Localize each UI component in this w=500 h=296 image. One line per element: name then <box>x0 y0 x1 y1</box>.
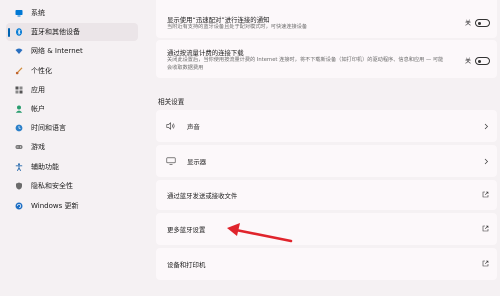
related-item-more-bluetooth-settings[interactable]: 更多蓝牙设置 <box>156 213 497 245</box>
sidebar-item-label: 应用 <box>31 86 45 94</box>
sidebar-item-label: Windows 更新 <box>31 202 79 210</box>
gamepad-icon <box>15 143 23 151</box>
sidebar-item-privacy[interactable]: 隐私和安全性 <box>6 177 138 195</box>
monitor-icon <box>166 157 176 165</box>
sidebar-item-accounts[interactable]: 帐户 <box>6 100 138 118</box>
swift-pair-setting-card: 显示使用“迅速配对”进行连接的通知 当附近有支持的蓝牙设备且处于配对模式时，可快… <box>156 0 497 38</box>
related-item-label: 声音 <box>187 123 200 131</box>
related-item-sound[interactable]: 声音 <box>156 110 497 142</box>
metered-download-toggle[interactable] <box>475 57 490 65</box>
person-icon <box>15 105 23 113</box>
setting-description: 当附近有支持的蓝牙设备且处于配对模式时，可快速连接设备 <box>167 24 308 30</box>
metered-download-setting-card: 通过按流量计费的连接下载 关闭此设置后，当你使用按流量计费的 Internet … <box>156 40 497 78</box>
related-item-bluetooth-file-transfer[interactable]: 通过蓝牙发送或接收文件 <box>156 180 497 210</box>
sidebar-item-gaming[interactable]: 游戏 <box>6 138 138 156</box>
update-icon <box>15 202 23 210</box>
setting-description-line2: 会收取数据费用 <box>167 65 204 71</box>
toggle-state-label: 关 <box>465 20 472 27</box>
sidebar-item-label: 个性化 <box>31 67 52 75</box>
chevron-right-icon <box>483 158 489 165</box>
setting-description: 关闭此设置后，当你使用按流量计费的 Internet 连接时，将不下载新设备（如… <box>167 57 444 63</box>
main-content: 显示使用“迅速配对”进行连接的通知 当附近有支持的蓝牙设备且处于配对模式时，可快… <box>148 0 500 296</box>
toggle-knob <box>478 21 481 25</box>
related-item-label: 更多蓝牙设置 <box>167 226 206 234</box>
related-item-label: 设备和打印机 <box>167 261 206 269</box>
external-link-icon <box>482 260 489 267</box>
toggle-state-label: 关 <box>465 58 472 65</box>
sidebar-item-windows-update[interactable]: Windows 更新 <box>6 197 138 215</box>
external-link-icon <box>482 191 489 198</box>
toggle-knob <box>478 59 481 63</box>
wifi-icon <box>15 47 23 55</box>
brush-icon <box>15 67 23 75</box>
related-item-devices-printers[interactable]: 设备和打印机 <box>156 248 497 280</box>
sidebar-item-apps[interactable]: 应用 <box>6 81 138 99</box>
shield-icon <box>15 182 23 190</box>
sidebar-item-time-language[interactable]: 时间和语言 <box>6 119 138 137</box>
swift-pair-toggle[interactable] <box>475 19 490 27</box>
sidebar-item-label: 游戏 <box>31 143 45 151</box>
monitor-icon <box>15 9 23 17</box>
globe-clock-icon <box>15 124 23 132</box>
sidebar-item-label: 蓝牙和其他设备 <box>31 28 80 36</box>
sidebar: 系统 蓝牙和其他设备 网络 & Internet 个性化 应用 帐户 时间和语言… <box>0 0 142 296</box>
related-item-label: 通过蓝牙发送或接收文件 <box>167 192 238 200</box>
sidebar-item-personalization[interactable]: 个性化 <box>6 62 138 80</box>
apps-icon <box>15 86 23 94</box>
selection-indicator <box>8 28 10 37</box>
sidebar-item-label: 辅助功能 <box>31 163 59 171</box>
sidebar-item-system[interactable]: 系统 <box>6 4 138 22</box>
sidebar-item-label: 系统 <box>31 9 45 17</box>
sidebar-item-label: 隐私和安全性 <box>31 182 73 190</box>
accessibility-icon <box>15 163 23 171</box>
sidebar-item-label: 时间和语言 <box>31 124 66 132</box>
external-link-icon <box>482 225 489 232</box>
sidebar-item-accessibility[interactable]: 辅助功能 <box>6 158 138 176</box>
sidebar-item-network[interactable]: 网络 & Internet <box>6 42 138 60</box>
sidebar-item-bluetooth[interactable]: 蓝牙和其他设备 <box>6 23 138 41</box>
related-settings-heading: 相关设置 <box>158 98 185 106</box>
chevron-right-icon <box>483 123 489 130</box>
sidebar-item-label: 网络 & Internet <box>31 47 83 55</box>
related-item-label: 显示器 <box>187 158 207 166</box>
sidebar-item-label: 帐户 <box>31 105 45 113</box>
related-item-display[interactable]: 显示器 <box>156 145 497 177</box>
speaker-icon <box>166 122 176 130</box>
bluetooth-icon <box>15 28 23 36</box>
